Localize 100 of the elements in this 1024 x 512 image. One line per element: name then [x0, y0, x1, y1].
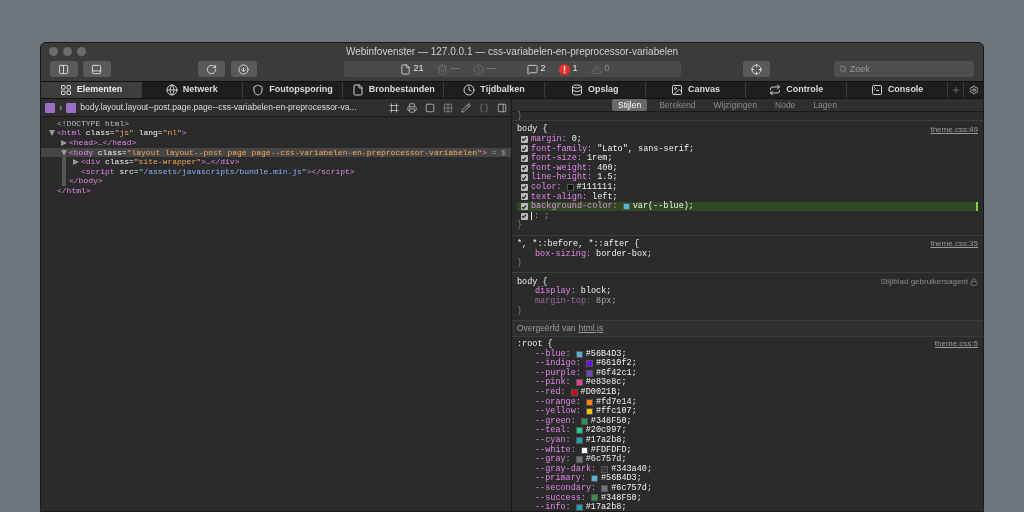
bottom-panel-button[interactable]	[82, 61, 111, 77]
panel-tab[interactable]: Canvas	[645, 82, 747, 98]
trash-icon	[437, 63, 449, 75]
element-badge-icon[interactable]	[45, 102, 55, 113]
stylesheet-link[interactable]: theme.css:5	[934, 338, 978, 351]
clock-icon	[473, 63, 485, 75]
declaration-text[interactable]: --yellow: #ffc107;	[535, 405, 637, 418]
plus-icon	[950, 85, 961, 95]
stylesheet-link[interactable]: theme.css:35	[930, 238, 978, 251]
color-swatch[interactable]	[601, 465, 609, 473]
breadcrumb-separator: ›	[59, 101, 63, 115]
element-badge-icon[interactable]	[66, 102, 77, 113]
doctype-line: <!DOCTYPE html>	[57, 117, 129, 130]
checkbox[interactable]	[520, 193, 528, 201]
document-icon	[400, 63, 412, 75]
clock-icon	[463, 84, 476, 96]
panel-icon	[91, 63, 103, 75]
color-swatch[interactable]	[591, 475, 598, 483]
element-tag-line: <body class="layout layout--post page page--css-variabelen-en-preprocessor-variabelen">	[69, 146, 487, 159]
expand-triangle-icon[interactable]	[73, 159, 79, 166]
stylesheet-link[interactable]: theme.css:49	[930, 123, 978, 136]
checkbox[interactable]	[520, 145, 528, 153]
pencil-icon[interactable]	[461, 102, 471, 113]
status-count[interactable]: 21	[413, 62, 424, 76]
rule-selector: body {	[517, 123, 548, 135]
search-icon	[838, 65, 847, 73]
rule-selector: body {	[517, 275, 548, 287]
square-icon[interactable]	[425, 102, 435, 113]
panel-tab[interactable]: Bronbestanden	[343, 82, 445, 98]
color-swatch[interactable]	[575, 456, 583, 464]
color-swatch[interactable]	[585, 408, 593, 416]
node-row[interactable]: <script src="/assets/javascripts/bundle.min.js"></script>	[41, 166, 511, 177]
node-row[interactable]: <div class="site-wrapper">…</div>	[41, 157, 511, 167]
reload-button[interactable]	[197, 61, 225, 77]
color-swatch[interactable]	[622, 203, 630, 211]
download-button[interactable]	[230, 61, 258, 77]
panel-tab[interactable]: Netwerk	[141, 82, 243, 98]
styles-tab[interactable]: Node	[769, 99, 802, 111]
element-tag-line: <head>…</head>	[69, 137, 137, 149]
color-swatch[interactable]	[575, 504, 583, 511]
panel-tab[interactable]: Console	[847, 82, 949, 98]
declaration-text[interactable]: --info: #17a2b8;	[535, 501, 627, 511]
node-reference: = $	[491, 146, 507, 159]
node-row[interactable]: <body class="layout layout--post page page--css-variabelen-en-preprocessor-variabelen"> = $	[41, 147, 511, 158]
checkbox[interactable]	[520, 174, 528, 182]
inherited-source-link[interactable]: html.js	[578, 321, 604, 335]
rule-selector: *, *::before, *::after {	[517, 237, 640, 249]
panel-tab[interactable]: Foutopsporing	[242, 82, 344, 98]
database-icon	[571, 84, 584, 96]
checkbox[interactable]	[520, 183, 528, 191]
settings-icon	[968, 85, 979, 95]
status-count[interactable]: 1	[572, 62, 578, 76]
printer-icon[interactable]	[407, 102, 417, 113]
color-swatch[interactable]	[575, 427, 583, 435]
sidebar-icon[interactable]	[497, 102, 507, 113]
node-row[interactable]: <head>…</head>	[41, 138, 511, 148]
expand-triangle-icon[interactable]	[61, 140, 67, 146]
color-swatch[interactable]	[585, 360, 593, 368]
color-swatch[interactable]	[566, 183, 574, 191]
color-swatch[interactable]	[580, 417, 588, 425]
panel-tab[interactable]: Elementen	[41, 82, 142, 98]
user-agent-label: Stijlblad gebruikersagent	[880, 276, 968, 289]
color-swatch[interactable]	[601, 484, 609, 492]
color-swatch[interactable]	[575, 379, 583, 387]
collapse-triangle-icon[interactable]	[49, 130, 55, 137]
checkbox[interactable]	[520, 203, 528, 211]
arrows-icon	[769, 84, 782, 96]
grid-icon[interactable]	[443, 102, 453, 113]
color-swatch[interactable]	[585, 398, 593, 406]
color-swatch[interactable]	[591, 494, 598, 502]
declaration-text[interactable]: box-sizing: border-box;	[535, 247, 653, 261]
checkbox[interactable]	[520, 164, 528, 172]
checkbox[interactable]	[520, 135, 528, 143]
declaration-text[interactable]: --secondary: #6c757d;	[535, 482, 653, 495]
split-view-button[interactable]	[50, 61, 78, 77]
panel-tab[interactable]: Opslag	[544, 82, 646, 98]
panel-tab[interactable]: Tijdbalken	[444, 82, 545, 98]
element-picker-button[interactable]	[742, 61, 770, 77]
breadcrumb-item[interactable]: body.layout.layout--post.page.page--css-variabelen-en-preprocessor-va...	[80, 101, 357, 114]
panel-tab[interactable]: Controle	[746, 82, 848, 98]
declaration-text[interactable]: margin-top: 8px;	[535, 294, 617, 308]
color-swatch[interactable]	[570, 388, 578, 396]
collapse-triangle-icon[interactable]	[61, 149, 67, 156]
node-row[interactable]: <html class="js" lang="nl">	[41, 128, 511, 139]
color-swatch[interactable]	[585, 369, 593, 377]
color-swatch[interactable]	[580, 446, 588, 454]
download-icon	[238, 63, 250, 75]
color-swatch[interactable]	[575, 436, 583, 444]
checkbox[interactable]	[520, 212, 528, 220]
checkbox[interactable]	[520, 155, 528, 163]
styles-tab[interactable]: Berekend	[653, 99, 702, 111]
warning-icon	[591, 63, 603, 75]
status-count[interactable]: 2	[540, 62, 546, 76]
rule-closing-brace: }	[517, 111, 523, 121]
styles-tab[interactable]: Stijlen	[612, 99, 648, 111]
color-swatch[interactable]	[575, 350, 583, 358]
styles-tab[interactable]: Lagen	[807, 99, 843, 111]
search-field[interactable]: Zoek	[833, 61, 974, 77]
shield-icon	[252, 84, 265, 96]
styles-tab[interactable]: Wijzigingen	[707, 99, 763, 111]
